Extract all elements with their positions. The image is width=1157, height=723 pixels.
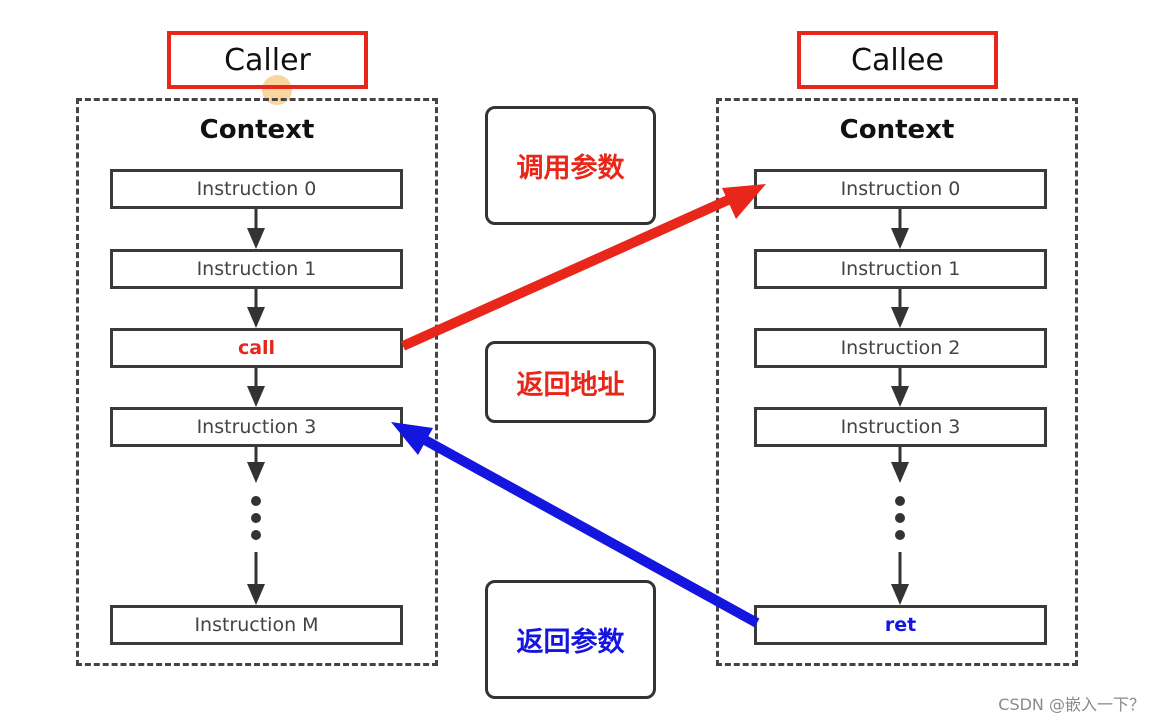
- flow-arrowhead: [891, 307, 909, 328]
- call-arrowhead: [722, 184, 766, 219]
- flow-arrowhead: [891, 584, 909, 605]
- caller-flow-arrows: [247, 209, 265, 605]
- ellipsis-dot: [251, 513, 261, 523]
- arrows-layer: [247, 184, 909, 628]
- ellipsis-dot: [251, 496, 261, 506]
- return-arrow-line: [422, 435, 760, 628]
- ellipsis-dot: [251, 530, 261, 540]
- ellipsis-dot: [895, 496, 905, 506]
- flow-arrowhead: [247, 228, 265, 249]
- flow-arrowhead: [891, 386, 909, 407]
- ellipsis-dot: [895, 530, 905, 540]
- return-arrowhead: [391, 422, 433, 455]
- watermark: CSDN @嵌入一下？: [998, 695, 1145, 714]
- flow-arrowhead: [247, 584, 265, 605]
- flow-arrowhead: [891, 228, 909, 249]
- call-arrow-line: [400, 195, 731, 351]
- flow-arrowhead: [247, 386, 265, 407]
- flow-arrowhead: [891, 462, 909, 483]
- call-arrow: [400, 184, 766, 351]
- callee-flow-arrows: [891, 209, 909, 605]
- flow-arrowhead: [247, 307, 265, 328]
- return-arrow: [391, 422, 760, 628]
- flow-arrowhead: [247, 462, 265, 483]
- ellipsis-dot: [895, 513, 905, 523]
